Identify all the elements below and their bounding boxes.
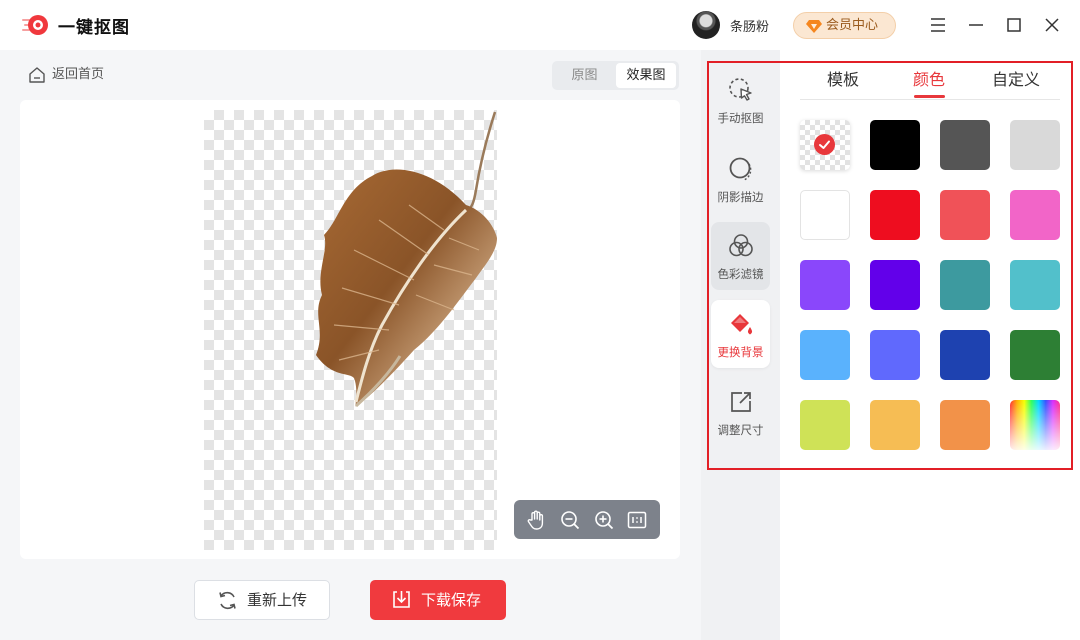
fit-actual-size-icon[interactable] <box>626 509 648 531</box>
preview-canvas <box>20 100 680 559</box>
tab-template[interactable]: 模板 <box>827 66 859 90</box>
active-tab-indicator <box>914 95 945 98</box>
swatch-color-picker[interactable] <box>1010 400 1060 450</box>
tool-manual-cutout-label: 手动抠图 <box>717 111 764 125</box>
tool-resize-label: 调整尺寸 <box>717 423 764 437</box>
view-toggle: 原图 效果图 <box>552 61 679 90</box>
back-home-link[interactable]: 返回首页 <box>28 64 104 86</box>
cursor-select-icon <box>729 78 752 101</box>
username[interactable]: 条肠粉 <box>730 16 769 35</box>
swatch-color[interactable] <box>800 400 850 450</box>
swatch-color[interactable] <box>800 190 850 240</box>
leaf-cutout-image <box>316 111 497 408</box>
zoom-toolbar <box>514 500 660 539</box>
transparent-background <box>204 110 497 550</box>
swatch-color[interactable] <box>870 330 920 380</box>
swatch-color[interactable] <box>870 190 920 240</box>
swatch-color[interactable] <box>940 330 990 380</box>
color-filter-icon <box>729 234 753 257</box>
tool-color-filter-label: 色彩滤镜 <box>717 267 764 281</box>
tool-shadow-outline[interactable]: 阴影描边 <box>711 145 770 213</box>
swatch-color[interactable] <box>1010 190 1060 240</box>
swatch-color[interactable] <box>940 190 990 240</box>
app-title: 一键抠图 <box>58 18 130 38</box>
maximize-icon[interactable] <box>1002 13 1026 37</box>
vip-center-button[interactable]: 会员中心 <box>793 12 896 39</box>
zoom-in-icon[interactable] <box>593 509 615 531</box>
hand-pan-icon[interactable] <box>525 509 547 531</box>
tool-change-background[interactable]: 更换背景 <box>711 300 770 368</box>
app-logo-icon <box>22 15 48 35</box>
swatch-color[interactable] <box>870 400 920 450</box>
close-icon[interactable] <box>1040 13 1064 37</box>
download-save-label: 下载保存 <box>421 591 482 609</box>
tab-custom[interactable]: 自定义 <box>992 66 1040 90</box>
download-save-button[interactable]: 下载保存 <box>370 580 506 620</box>
swatch-color[interactable] <box>870 260 920 310</box>
background-tabs: 模板 颜色 自定义 <box>800 62 1060 100</box>
swatch-color[interactable] <box>800 330 850 380</box>
tab-color[interactable]: 颜色 <box>913 66 945 90</box>
avatar[interactable] <box>692 11 720 39</box>
zoom-out-icon[interactable] <box>559 509 581 531</box>
tool-sidebar: 手动抠图 阴影描边 色彩滤镜 更换背景 调整尺寸 <box>701 50 780 640</box>
swatch-color[interactable] <box>940 120 990 170</box>
tool-resize[interactable]: 调整尺寸 <box>711 378 770 446</box>
reupload-button[interactable]: 重新上传 <box>194 580 330 620</box>
swatch-color[interactable] <box>1010 330 1060 380</box>
diamond-icon <box>806 20 822 33</box>
minimize-icon[interactable] <box>964 13 988 37</box>
swatch-color[interactable] <box>940 400 990 450</box>
swatch-color[interactable] <box>1010 120 1060 170</box>
refresh-icon <box>219 591 236 610</box>
selected-check-icon <box>814 134 835 155</box>
swatch-color[interactable] <box>870 120 920 170</box>
home-icon <box>29 67 45 83</box>
swatch-color[interactable] <box>1010 260 1060 310</box>
menu-icon[interactable] <box>926 13 950 37</box>
download-icon <box>393 591 410 608</box>
title-bar: 一键抠图 条肠粉 会员中心 <box>0 0 1080 50</box>
effect-view-tab[interactable]: 效果图 <box>616 63 676 88</box>
resize-icon <box>731 392 751 412</box>
swatch-color[interactable] <box>800 260 850 310</box>
swatch-transparent[interactable] <box>800 120 850 170</box>
vip-center-label: 会员中心 <box>826 18 879 33</box>
original-view-tab[interactable]: 原图 <box>555 63 614 88</box>
paint-bucket-icon <box>731 314 753 335</box>
tool-change-background-label: 更换背景 <box>717 345 764 359</box>
tool-shadow-outline-label: 阴影描边 <box>717 190 764 204</box>
tool-color-filter[interactable]: 色彩滤镜 <box>711 222 770 290</box>
tool-manual-cutout[interactable]: 手动抠图 <box>711 66 770 134</box>
swatch-color[interactable] <box>940 260 990 310</box>
shadow-outline-icon <box>729 157 752 181</box>
reupload-label: 重新上传 <box>247 591 308 609</box>
back-home-label: 返回首页 <box>52 67 105 82</box>
